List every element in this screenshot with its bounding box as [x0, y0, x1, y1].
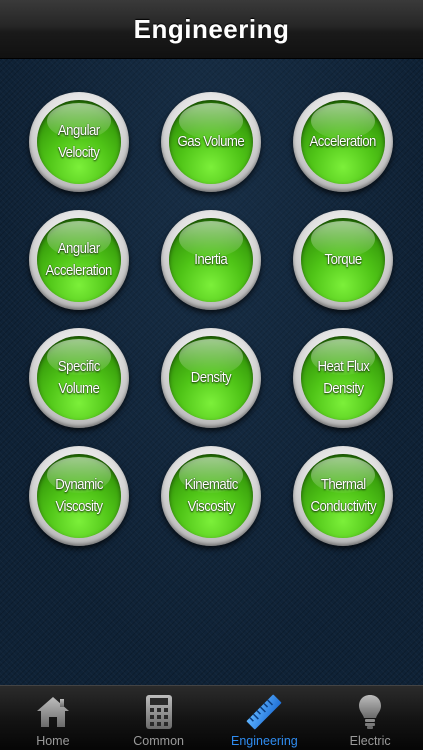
unit-button-grid: Angular Velocity Gas Volume Acceleration …: [29, 92, 393, 546]
navigation-bar: Engineering: [0, 0, 423, 59]
button-face: Inertia: [169, 218, 253, 302]
button-label: Acceleration: [309, 133, 377, 150]
button-label: Dynamic Viscosity: [55, 476, 103, 515]
tab-common[interactable]: Common: [106, 686, 212, 750]
ruler-icon: [246, 692, 282, 732]
tab-electric[interactable]: Electric: [317, 686, 423, 750]
button-label: Specific Volume: [57, 358, 101, 397]
angular-acceleration-button[interactable]: Angular Acceleration: [29, 210, 129, 310]
button-face: Thermal Conductivity: [301, 454, 385, 538]
button-label: Angular Acceleration: [45, 240, 113, 279]
angular-velocity-button[interactable]: Angular Velocity: [29, 92, 129, 192]
tab-bar: Home Common Engineering Electric: [0, 685, 423, 750]
button-label: Angular Velocity: [58, 122, 100, 161]
button-face: Density: [169, 336, 253, 420]
house-icon: [36, 692, 70, 732]
tab-label: Home: [36, 734, 70, 748]
button-label: Inertia: [194, 251, 229, 268]
button-label: Torque: [324, 251, 362, 268]
dynamic-viscosity-button[interactable]: Dynamic Viscosity: [29, 446, 129, 546]
heat-flux-density-button[interactable]: Heat Flux Density: [293, 328, 393, 428]
kinematic-viscosity-button[interactable]: Kinematic Viscosity: [161, 446, 261, 546]
button-face: Angular Acceleration: [37, 218, 121, 302]
content-area: Angular Velocity Gas Volume Acceleration …: [0, 59, 423, 685]
button-face: Angular Velocity: [37, 100, 121, 184]
thermal-conductivity-button[interactable]: Thermal Conductivity: [293, 446, 393, 546]
button-label: Heat Flux Density: [317, 358, 369, 397]
button-face: Acceleration: [301, 100, 385, 184]
button-label: Thermal Conductivity: [310, 476, 376, 515]
acceleration-button[interactable]: Acceleration: [293, 92, 393, 192]
calculator-icon: [145, 692, 173, 732]
inertia-button[interactable]: Inertia: [161, 210, 261, 310]
button-face: Gas Volume: [169, 100, 253, 184]
tab-engineering[interactable]: Engineering: [212, 686, 318, 750]
button-face: Heat Flux Density: [301, 336, 385, 420]
app-root: Engineering Angular Velocity Gas Volume A…: [0, 0, 423, 750]
tab-label: Engineering: [231, 734, 298, 748]
torque-button[interactable]: Torque: [293, 210, 393, 310]
button-label: Kinematic Viscosity: [184, 476, 238, 515]
tab-label: Common: [133, 734, 184, 748]
lightbulb-icon: [358, 692, 382, 732]
page-title: Engineering: [133, 13, 290, 44]
button-face: Dynamic Viscosity: [37, 454, 121, 538]
gas-volume-button[interactable]: Gas Volume: [161, 92, 261, 192]
button-face: Kinematic Viscosity: [169, 454, 253, 538]
button-face: Torque: [301, 218, 385, 302]
button-label: Gas Volume: [177, 133, 245, 150]
tab-home[interactable]: Home: [0, 686, 106, 750]
button-label: Density: [190, 369, 232, 386]
tab-label: Electric: [349, 734, 391, 748]
button-face: Specific Volume: [37, 336, 121, 420]
density-button[interactable]: Density: [161, 328, 261, 428]
specific-volume-button[interactable]: Specific Volume: [29, 328, 129, 428]
